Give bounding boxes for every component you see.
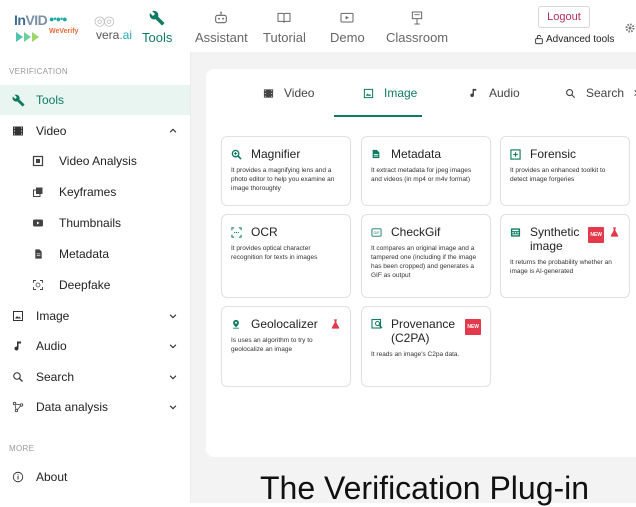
sidebar-item-tools[interactable]: Tools [0,85,190,115]
chevron-down-icon [169,314,177,319]
unlock-icon [535,34,543,45]
invid-logo: InVID [14,12,48,28]
film-icon [263,88,274,98]
info-icon [10,469,26,485]
wrench-icon [10,92,26,108]
search-icon [566,88,576,98]
sidebar-item-search[interactable]: Search [0,362,190,392]
image-icon [363,88,374,98]
book-icon [276,8,292,28]
tool-card-ocr[interactable]: OCR It provides optical character recogn… [221,214,351,298]
chevron-right-icon[interactable] [632,88,636,98]
tools-panel: Video Image Audio Search Magnifier It pr… [206,69,636,457]
provenance-icon [371,317,383,331]
forensic-icon [510,147,522,161]
nav-demo[interactable]: Demo [330,8,365,45]
ocr-icon [231,225,243,239]
sidebar-item-about[interactable]: About [0,462,190,492]
tab-audio[interactable]: Audio [468,69,520,117]
network-icon [10,399,26,415]
tool-card-metadata[interactable]: Metadata It extract metadata for jpeg im… [361,136,491,206]
nav-tools[interactable]: Tools [142,8,172,45]
logos: InVID ●•●•● WeVerify ◎◎ vera.ai [14,12,134,42]
tab-search[interactable]: Search [565,69,624,117]
invid-logo-mark [16,29,40,47]
logout-button[interactable]: Logout [538,6,590,28]
tool-card-synthetic-image[interactable]: Synthetic image NEW It returns the probab… [500,214,630,298]
gear-icon[interactable] [624,21,636,39]
classroom-icon [409,8,425,28]
document-icon [30,246,46,262]
face-scan-icon [30,277,46,293]
new-badge: NEW [465,319,481,335]
flask-icon [610,227,619,237]
pin-icon [231,317,243,331]
tool-card-magnifier[interactable]: Magnifier It provides a magnifying lens … [221,136,351,206]
weverify-logo: ●•●•● WeVerify [49,14,79,35]
sidebar-item-image[interactable]: Image [0,301,190,331]
page-footer-title: The Verification Plug-in [260,470,590,506]
synthetic-icon [510,225,522,239]
tab-video[interactable]: Video [263,69,314,117]
sidebar-item-keyframes[interactable]: Keyframes [0,177,190,207]
sidebar-item-audio[interactable]: Audio [0,331,190,361]
magnifier-icon [231,147,243,161]
sidebar-item-video-analysis[interactable]: Video Analysis [0,146,190,176]
tool-card-forensic[interactable]: Forensic It provides an enhanced toolkit… [500,136,630,206]
nav-classroom[interactable]: Classroom [386,8,448,45]
section-label-more: MORE [9,444,35,453]
active-tab-indicator [334,115,422,117]
sidebar: VERIFICATION Tools Video Video Analysis … [0,52,191,503]
main-area: Video Image Audio Search Magnifier It pr… [191,52,636,503]
vera-logo-rings: ◎◎ [94,13,115,28]
gif-icon: GIF [371,225,383,239]
svg-text:GIF: GIF [373,231,379,235]
document-icon [371,147,383,161]
chevron-up-icon [169,128,177,133]
sidebar-item-thumbnails[interactable]: Thumbnails [0,208,190,238]
tool-card-checkgif[interactable]: GIF CheckGif It compares an original imag… [361,214,491,298]
new-badge: NEW [588,227,604,243]
tab-image[interactable]: Image [363,69,417,117]
advanced-tools-toggle[interactable]: Advanced tools [534,34,614,45]
chevron-down-icon [169,344,177,349]
nav-assistant[interactable]: Assistant [195,8,248,45]
sidebar-item-deepfake[interactable]: Deepfake [0,270,190,300]
keyframes-icon [30,184,46,200]
tool-card-geolocalizer[interactable]: Geolocalizer Is uses an algorithm to try… [221,306,351,387]
image-icon [10,308,26,324]
sidebar-item-data-analysis[interactable]: Data analysis [0,392,190,422]
top-bar: InVID ●•●•● WeVerify ◎◎ vera.ai Tools As… [0,0,636,52]
sidebar-item-metadata[interactable]: Metadata [0,239,190,269]
tool-card-provenance[interactable]: Provenance (C2PA) NEW It reads an image's… [361,306,491,387]
chevron-down-icon [169,375,177,380]
section-label-verification: VERIFICATION [9,67,69,76]
flask-icon [331,319,340,329]
vera-logo: vera.ai [96,28,133,42]
video-analysis-icon [30,153,46,169]
music-note-icon [470,88,477,98]
wrench-icon [149,8,165,28]
youtube-icon [30,215,46,231]
search-icon [10,369,26,385]
robot-icon [213,8,229,28]
chevron-down-icon [169,405,177,410]
film-icon [10,123,26,139]
nav-tutorial[interactable]: Tutorial [263,8,306,45]
music-note-icon [10,338,26,354]
sidebar-item-video[interactable]: Video [0,116,190,146]
demo-icon [339,8,355,28]
